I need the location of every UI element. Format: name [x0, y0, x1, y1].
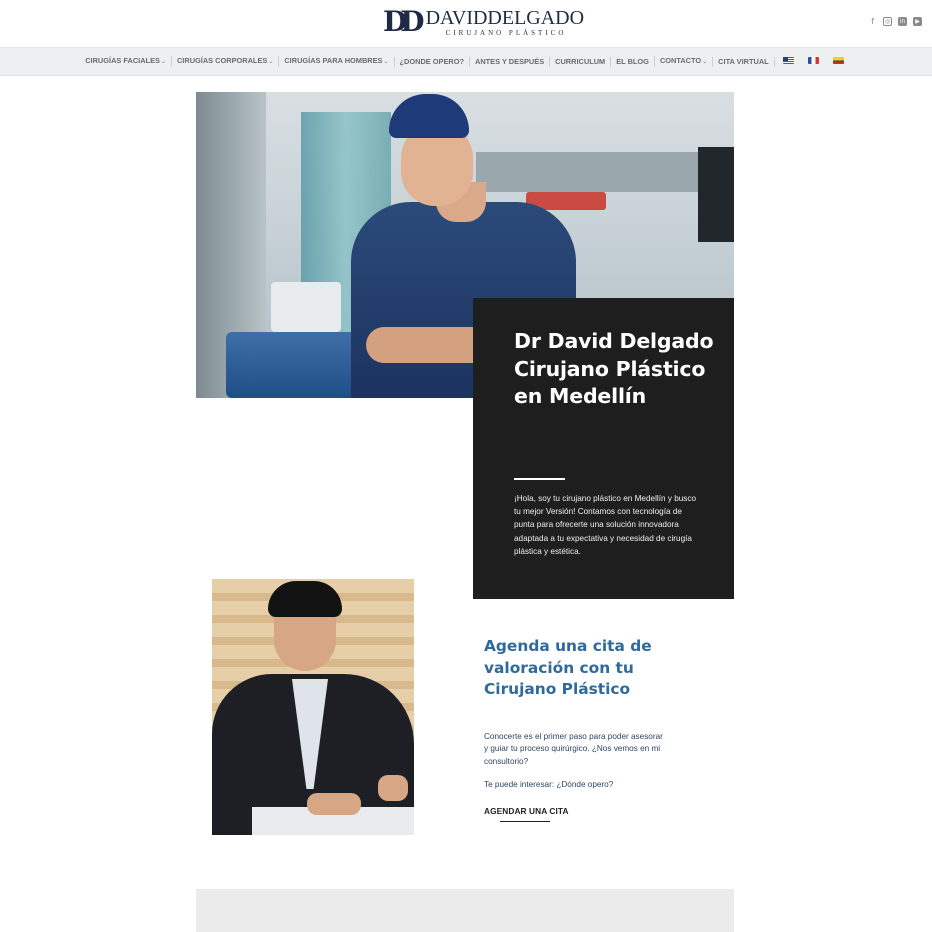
nav-item-contacto[interactable]: CONTACTO⌄	[653, 56, 712, 67]
nav-item-cirugias-corporales[interactable]: CIRUGÍAS CORPORALES⌄	[170, 56, 278, 67]
portrait-image-doctor	[212, 579, 414, 835]
site-header: DD DAVIDDELGADO CIRUJANO PLÁSTICO f ◎ in…	[0, 0, 932, 48]
main-nav: CIRUGÍAS FACIALES⌄ CIRUGÍAS CORPORALES⌄ …	[0, 48, 932, 76]
agendar-cita-button[interactable]: AGENDAR UNA CITA	[484, 806, 569, 816]
nav-item-cirugias-para-hombres[interactable]: CIRUGÍAS PARA HOMBRES⌄	[278, 56, 393, 67]
nav-item-curriculum[interactable]: CURRICULUM	[549, 56, 610, 67]
social-links: f ◎ in ▶	[868, 17, 922, 26]
site-logo[interactable]: DD DAVIDDELGADO CIRUJANO PLÁSTICO	[383, 5, 584, 40]
hero-card: Dr David Delgado Cirujano Plástico en Me…	[473, 298, 734, 599]
language-switcher	[773, 56, 852, 67]
facebook-icon[interactable]: f	[868, 17, 877, 26]
chevron-down-icon: ⌄	[383, 59, 389, 65]
next-section-block	[196, 889, 734, 932]
us-flag-icon[interactable]	[782, 56, 794, 64]
co-flag-icon[interactable]	[832, 56, 844, 64]
nav-label: CONTACTO	[659, 56, 702, 65]
nav-item-el-blog[interactable]: EL BLOG	[610, 56, 654, 67]
appointment-text: Conocerte es el primer paso para poder a…	[484, 732, 663, 766]
nav-label: CIRUGÍAS FACIALES	[85, 56, 160, 65]
interest-prefix: Te puede interesar:	[484, 780, 557, 789]
title-divider	[514, 478, 565, 480]
instagram-icon[interactable]: ◎	[883, 17, 892, 26]
youtube-icon[interactable]: ▶	[913, 17, 922, 26]
donde-opero-link[interactable]: ¿Dónde opero?	[556, 780, 613, 789]
appointment-interest: Te puede interesar: ¿Dónde opero?	[484, 780, 684, 789]
nav-label: CIRUGÍAS CORPORALES	[176, 56, 268, 65]
chevron-down-icon: ⌄	[268, 59, 274, 65]
nav-item-antes-y-despues[interactable]: ANTES Y DESPUÉS	[468, 56, 549, 67]
nav-label: ¿DONDE OPERO?	[399, 56, 464, 66]
nav-label: CURRICULUM	[555, 56, 606, 66]
nav-item-cita-virtual[interactable]: CITA VIRTUAL	[712, 56, 774, 67]
nav-item-cirugias-faciales[interactable]: CIRUGÍAS FACIALES⌄	[80, 56, 171, 67]
nav-label: EL BLOG	[616, 56, 649, 66]
chevron-down-icon: ⌄	[702, 59, 708, 65]
button-underline	[500, 821, 550, 822]
logo-mark: DD	[383, 5, 424, 38]
nav-label: CIRUGÍAS PARA HOMBRES	[284, 56, 383, 65]
nav-label: ANTES Y DESPUÉS	[474, 56, 545, 66]
logo-text: DAVIDDELGADO CIRUJANO PLÁSTICO	[426, 8, 585, 37]
appointment-title: Agenda una cita de valoración con tu Cir…	[484, 637, 652, 699]
nav-item-donde-opero[interactable]: ¿DONDE OPERO?	[393, 56, 469, 67]
logo-name: DAVIDDELGADO	[425, 7, 585, 29]
logo-subtitle: CIRUJANO PLÁSTICO	[445, 29, 567, 37]
linkedin-icon[interactable]: in	[898, 17, 907, 26]
hero-title: Dr David Delgado Cirujano Plástico en Me…	[514, 329, 714, 408]
nav-label: CITA VIRTUAL	[718, 56, 769, 66]
hero-text: ¡Hola, soy tu cirujano plástico en Medel…	[514, 494, 697, 556]
fr-flag-icon[interactable]	[807, 56, 819, 64]
chevron-down-icon: ⌄	[160, 59, 166, 65]
